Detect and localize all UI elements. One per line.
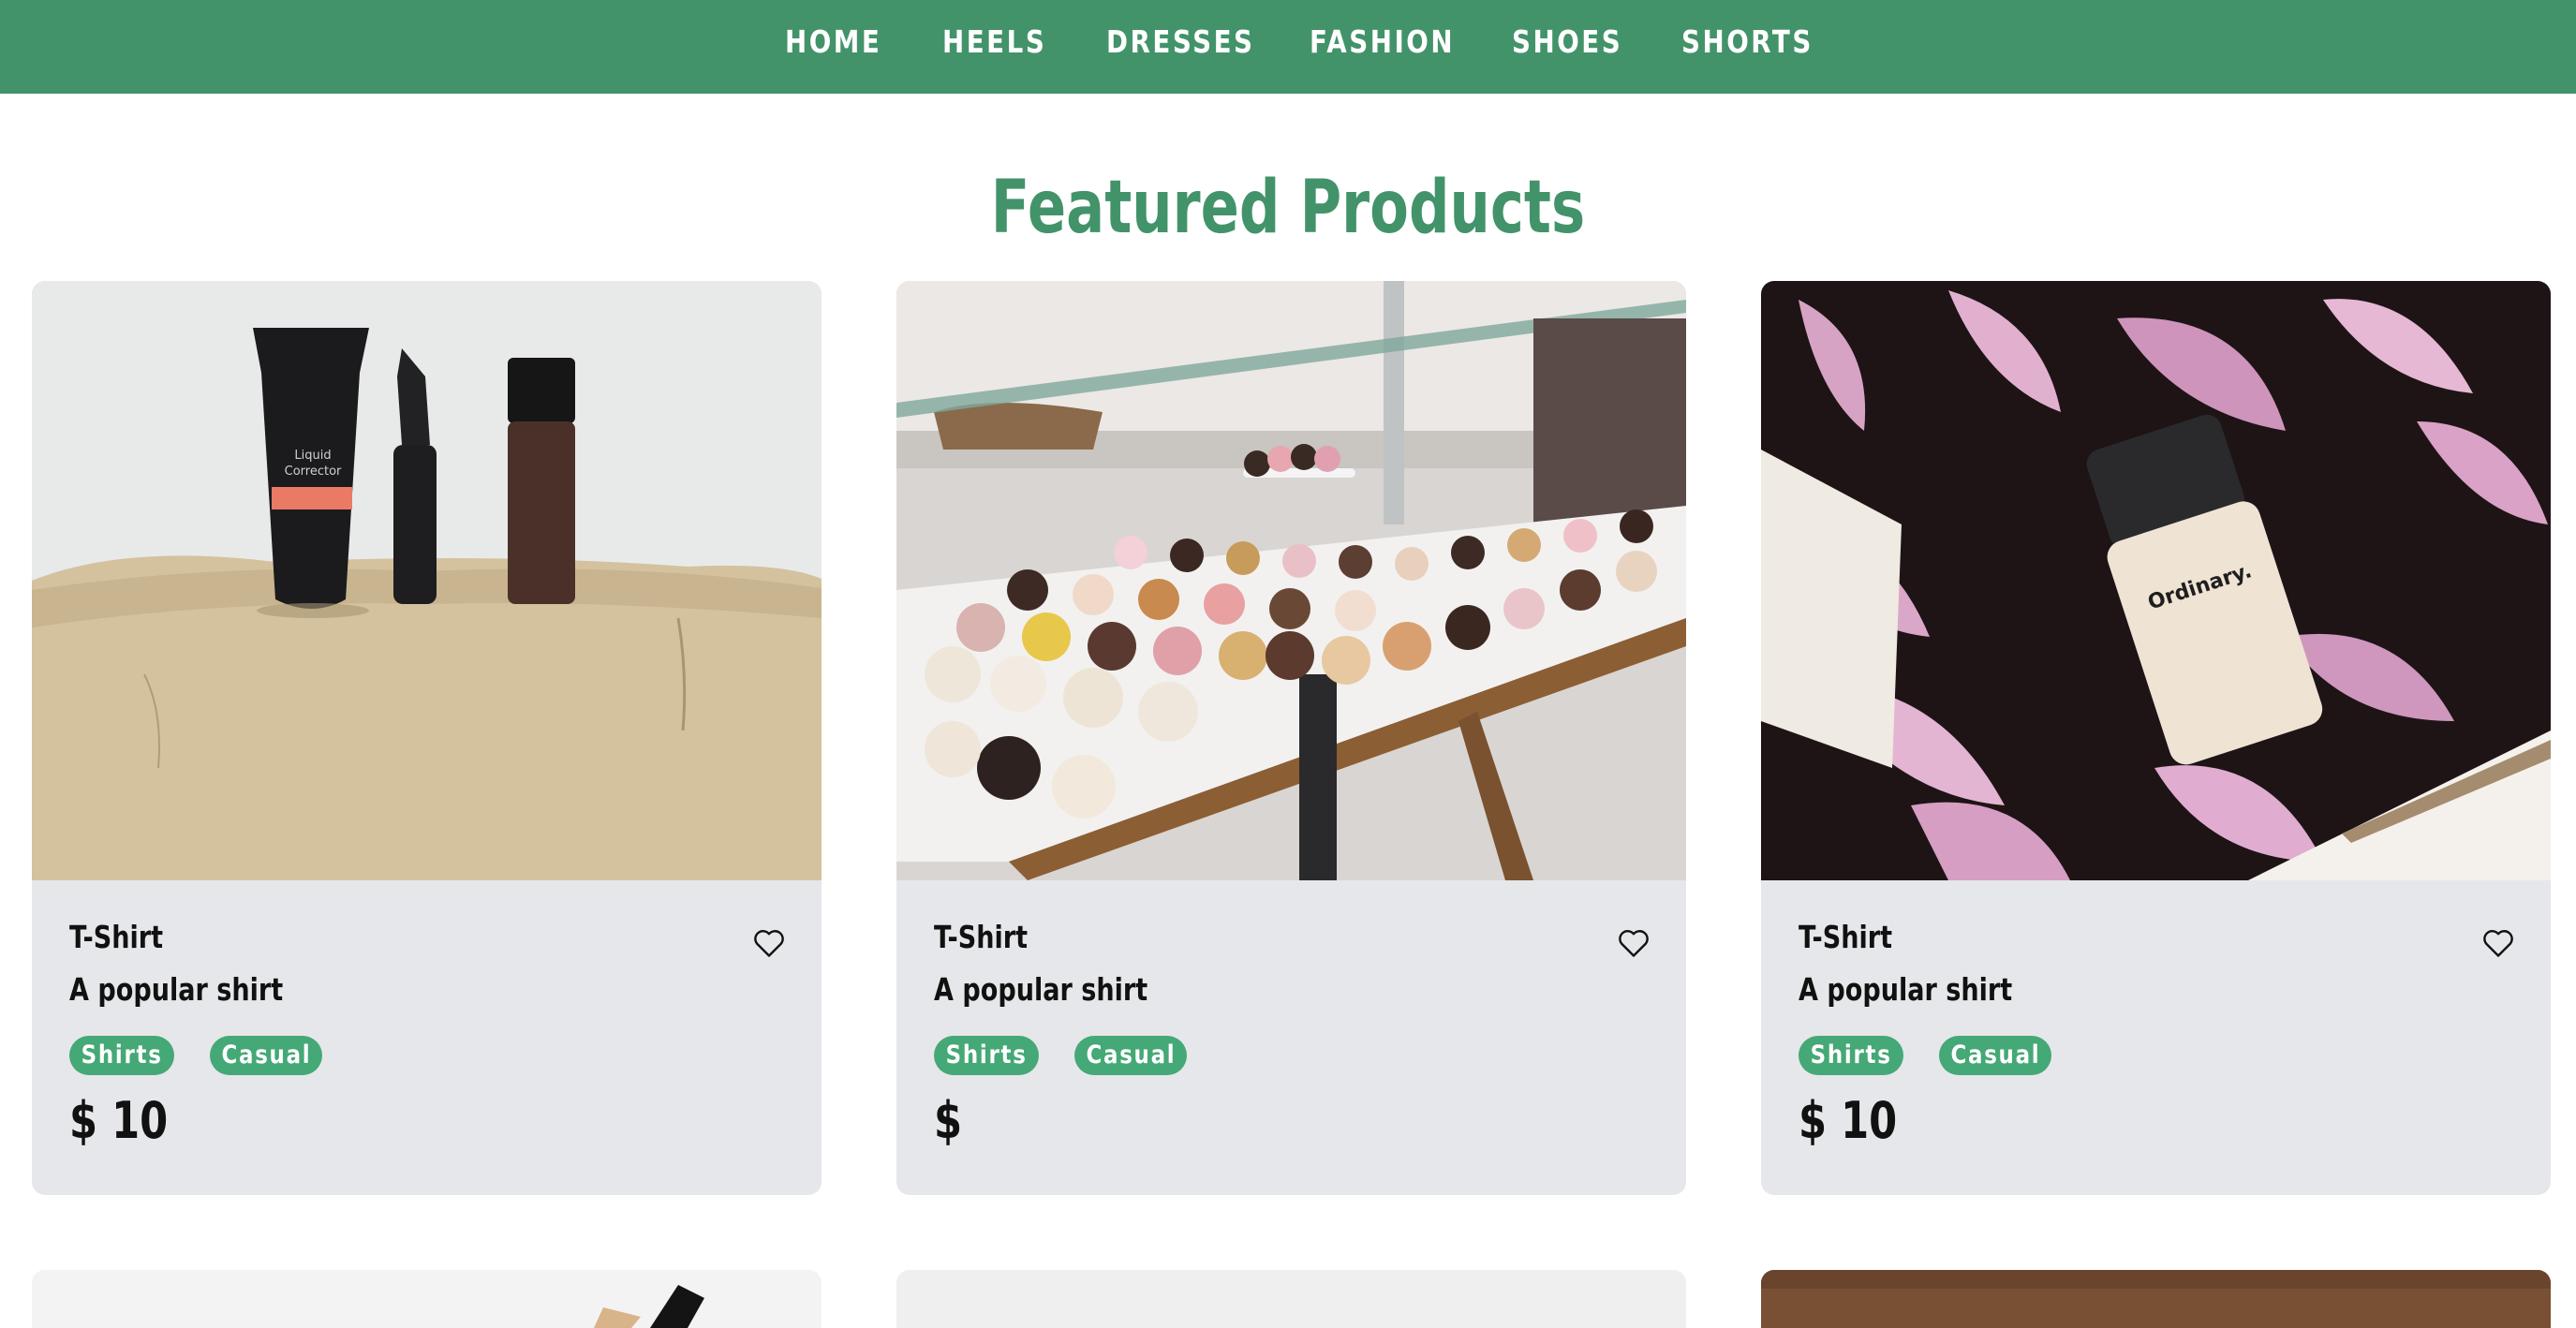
section-title: Featured Products xyxy=(990,166,1586,250)
tag-casual[interactable]: Casual xyxy=(210,1036,322,1075)
product-description: A popular shirt xyxy=(1799,971,2013,1008)
svg-text:Liquid: Liquid xyxy=(294,449,331,463)
product-name[interactable]: T-Shirt xyxy=(1799,918,1892,957)
nav-item-dresses[interactable]: DRESSES xyxy=(1106,19,1255,66)
top-navbar: HOME HEELS DRESSES FASHION SHOES SHORTS xyxy=(0,0,2576,94)
tag-shirts[interactable]: Shirts xyxy=(934,1036,1039,1075)
product-card[interactable]: Liquid Corrector T-Shirt A popular shirt… xyxy=(32,281,822,1195)
nav-item-shorts[interactable]: SHORTS xyxy=(1681,19,1814,66)
product-image[interactable] xyxy=(896,1270,1686,1328)
product-image[interactable] xyxy=(1761,1270,2551,1328)
tag-label: Casual xyxy=(1950,1040,2040,1070)
product-price: $ 10 xyxy=(1799,1091,1898,1150)
tag-label: Shirts xyxy=(81,1040,163,1070)
product-card-body: T-Shirt A popular shirt Shirts Casual $ xyxy=(896,880,1686,1195)
tag-label: Shirts xyxy=(945,1040,1028,1070)
product-card-body: T-Shirt A popular shirt Shirts Casual $ … xyxy=(32,880,822,1195)
product-price: $ xyxy=(934,1091,963,1150)
product-image-foundation[interactable]: Ordinary. xyxy=(1761,281,2551,880)
nav-item-fashion[interactable]: FASHION xyxy=(1310,19,1455,66)
product-price: $ 10 xyxy=(69,1091,169,1150)
product-card[interactable] xyxy=(896,1270,1686,1328)
product-card-body: T-Shirt A popular shirt Shirts Casual $ … xyxy=(1761,880,2551,1195)
product-name[interactable]: T-Shirt xyxy=(934,918,1028,957)
heart-icon[interactable] xyxy=(2481,927,2515,959)
product-image[interactable] xyxy=(32,1270,822,1328)
tag-casual[interactable]: Casual xyxy=(1939,1036,2051,1075)
tag-casual[interactable]: Casual xyxy=(1074,1036,1187,1075)
heart-icon[interactable] xyxy=(752,927,786,959)
tag-label: Casual xyxy=(1086,1040,1176,1070)
svg-text:Corrector: Corrector xyxy=(285,465,342,479)
product-card[interactable] xyxy=(32,1270,822,1328)
nav-item-shoes[interactable]: SHOES xyxy=(1512,19,1622,66)
product-image-pastries[interactable] xyxy=(896,281,1686,880)
tag-shirts[interactable]: Shirts xyxy=(69,1036,174,1075)
product-description: A popular shirt xyxy=(69,971,284,1008)
product-description: A popular shirt xyxy=(934,971,1148,1008)
nav-item-heels[interactable]: HEELS xyxy=(942,19,1046,66)
tag-shirts[interactable]: Shirts xyxy=(1799,1036,1903,1075)
tag-label: Shirts xyxy=(1810,1040,1892,1070)
heart-icon[interactable] xyxy=(1617,927,1651,959)
nav-item-home[interactable]: HOME xyxy=(785,19,881,66)
product-image-cosmetics[interactable]: Liquid Corrector xyxy=(32,281,822,880)
product-name[interactable]: T-Shirt xyxy=(69,918,163,957)
product-card[interactable]: Ordinary. T-Shirt A popular shirt Shirts… xyxy=(1761,281,2551,1195)
tag-label: Casual xyxy=(221,1040,311,1070)
product-card[interactable]: T-Shirt A popular shirt Shirts Casual $ xyxy=(896,281,1686,1195)
product-card[interactable] xyxy=(1761,1270,2551,1328)
